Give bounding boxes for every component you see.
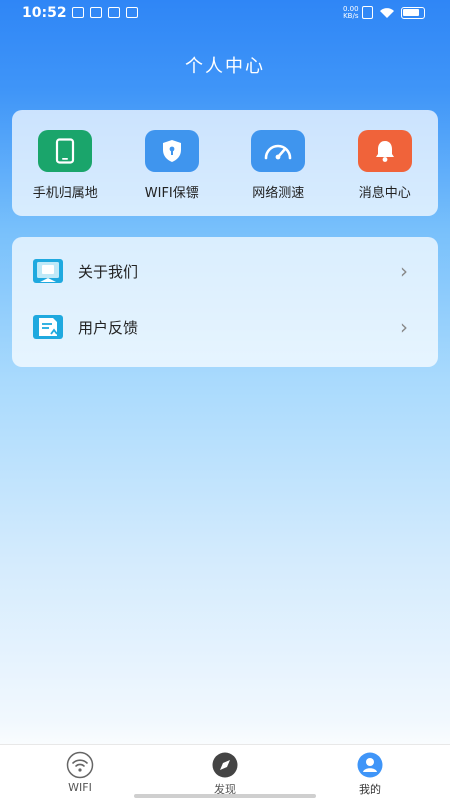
- mail-icon: [90, 7, 102, 18]
- feedback-icon: [32, 313, 64, 341]
- tool-label: 手机归属地: [32, 186, 98, 201]
- menu-item-feedback[interactable]: 用户反馈 ›: [32, 299, 418, 355]
- tab-mine[interactable]: 我的: [330, 751, 410, 797]
- tab-bar: WIFI 发现 我的: [0, 744, 450, 801]
- usb-icon: [108, 7, 120, 18]
- system-icons: [362, 6, 425, 19]
- page-title: 个人中心: [185, 56, 265, 77]
- tab-label: WIFI: [68, 781, 92, 794]
- menu-label: 关于我们: [78, 262, 139, 281]
- phone-icon: [38, 130, 93, 172]
- chevron-right-icon: ›: [400, 315, 408, 339]
- wifi-icon: [66, 751, 94, 779]
- tab-wifi[interactable]: WIFI: [40, 751, 120, 794]
- chevron-right-icon: ›: [400, 259, 408, 283]
- status-bar: 10:52 0.00 KB/s: [0, 0, 450, 28]
- person-icon: [357, 752, 383, 778]
- bell-icon: [357, 130, 412, 172]
- tool-message-center[interactable]: 消息中心: [335, 130, 435, 201]
- tool-phone-location[interactable]: 手机归属地: [15, 130, 115, 201]
- tool-speed-test[interactable]: 网络测速: [228, 130, 328, 201]
- tools-card: 手机归属地 WIFI保镖 网络测速 消息中心: [12, 110, 438, 216]
- notification-icon: [72, 7, 84, 18]
- shield-icon: [144, 130, 199, 172]
- tool-label: WIFI保镖: [144, 186, 199, 201]
- notification-icons: [72, 7, 138, 18]
- menu-label: 用户反馈: [78, 318, 139, 337]
- net-speed-unit: KB/s: [343, 12, 359, 20]
- sync-icon: [126, 7, 138, 18]
- tool-label: 网络测速: [252, 186, 305, 201]
- speedometer-icon: [251, 130, 306, 172]
- sim-icon: [362, 6, 373, 19]
- tab-discover[interactable]: 发现: [185, 751, 265, 797]
- wifi-signal-icon: [380, 7, 394, 18]
- menu-item-about-us[interactable]: 关于我们 ›: [32, 243, 418, 299]
- info-card-icon: [32, 257, 64, 285]
- status-time: 10:52: [22, 5, 67, 21]
- compass-icon: [212, 752, 238, 778]
- tool-label: 消息中心: [358, 186, 411, 201]
- tool-wifi-guard[interactable]: WIFI保镖: [122, 130, 222, 201]
- battery-icon: [401, 6, 425, 19]
- tab-label: 我的: [359, 783, 381, 796]
- menu-card: 关于我们 › 用户反馈 ›: [12, 237, 438, 367]
- net-speed: 0.00 KB/s: [343, 6, 359, 20]
- home-indicator: [134, 794, 316, 798]
